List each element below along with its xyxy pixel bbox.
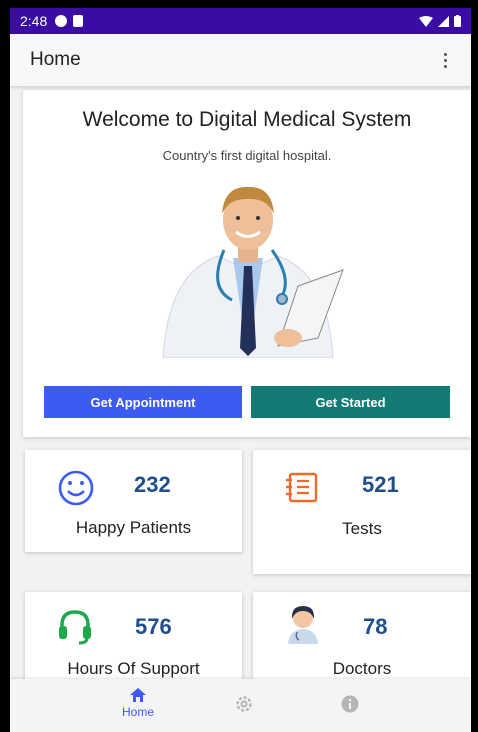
phone-screen: 2:48 Home Welcome to Digital Medical Sys…	[10, 8, 471, 732]
headset-icon	[59, 610, 91, 645]
tests-count: 521	[362, 472, 399, 497]
doctors-count: 78	[363, 614, 388, 639]
nav-item-settings[interactable]	[234, 694, 254, 714]
welcome-subtitle: Country's first digital hospital.	[162, 148, 332, 163]
get-started-button[interactable]: Get Started	[251, 386, 450, 418]
happy-patients-count: 232	[134, 472, 171, 497]
stat-card-doctors[interactable]: 78 Doctors	[253, 592, 471, 687]
clipboard-icon	[286, 472, 318, 503]
status-notification-icons	[55, 15, 84, 27]
more-options-icon[interactable]	[440, 47, 451, 74]
doctor-illustration	[162, 186, 344, 358]
sd-card-icon	[73, 15, 84, 27]
get-appointment-button[interactable]: Get Appointment	[44, 386, 242, 418]
nav-item-home[interactable]: Home	[122, 687, 154, 719]
welcome-title: Welcome to Digital Medical System	[82, 108, 412, 131]
bottom-navigation: Home	[10, 679, 471, 732]
tests-label: Tests	[342, 519, 382, 538]
stat-card-happy-patients[interactable]: 232 Happy Patients	[25, 450, 242, 552]
smiley-icon	[58, 470, 94, 506]
notification-icon	[55, 15, 68, 27]
settings-icon	[236, 696, 252, 712]
home-icon	[130, 688, 146, 702]
signal-icon	[438, 15, 449, 27]
info-icon	[341, 695, 359, 713]
doctor-avatar-icon	[288, 606, 318, 644]
nav-item-home-label: Home	[122, 705, 155, 719]
page-title: Home	[30, 49, 81, 70]
battery-icon	[454, 15, 461, 27]
wifi-icon	[419, 15, 433, 27]
nav-item-info[interactable]	[341, 695, 359, 713]
hours-of-support-count: 576	[135, 614, 172, 639]
happy-patients-label: Happy Patients	[75, 518, 192, 537]
status-bar: 2:48	[10, 8, 471, 34]
stat-card-tests[interactable]: 521 Tests	[253, 450, 471, 574]
status-time: 2:48	[20, 13, 48, 29]
app-bar: Home	[10, 34, 471, 86]
welcome-card: Welcome to Digital Medical System Countr…	[23, 90, 471, 437]
hours-of-support-label: Hours Of Support	[67, 659, 200, 678]
status-system-icons	[419, 15, 461, 27]
stat-card-hours-of-support[interactable]: 576 Hours Of Support	[25, 592, 242, 687]
doctors-label: Doctors	[332, 659, 392, 678]
